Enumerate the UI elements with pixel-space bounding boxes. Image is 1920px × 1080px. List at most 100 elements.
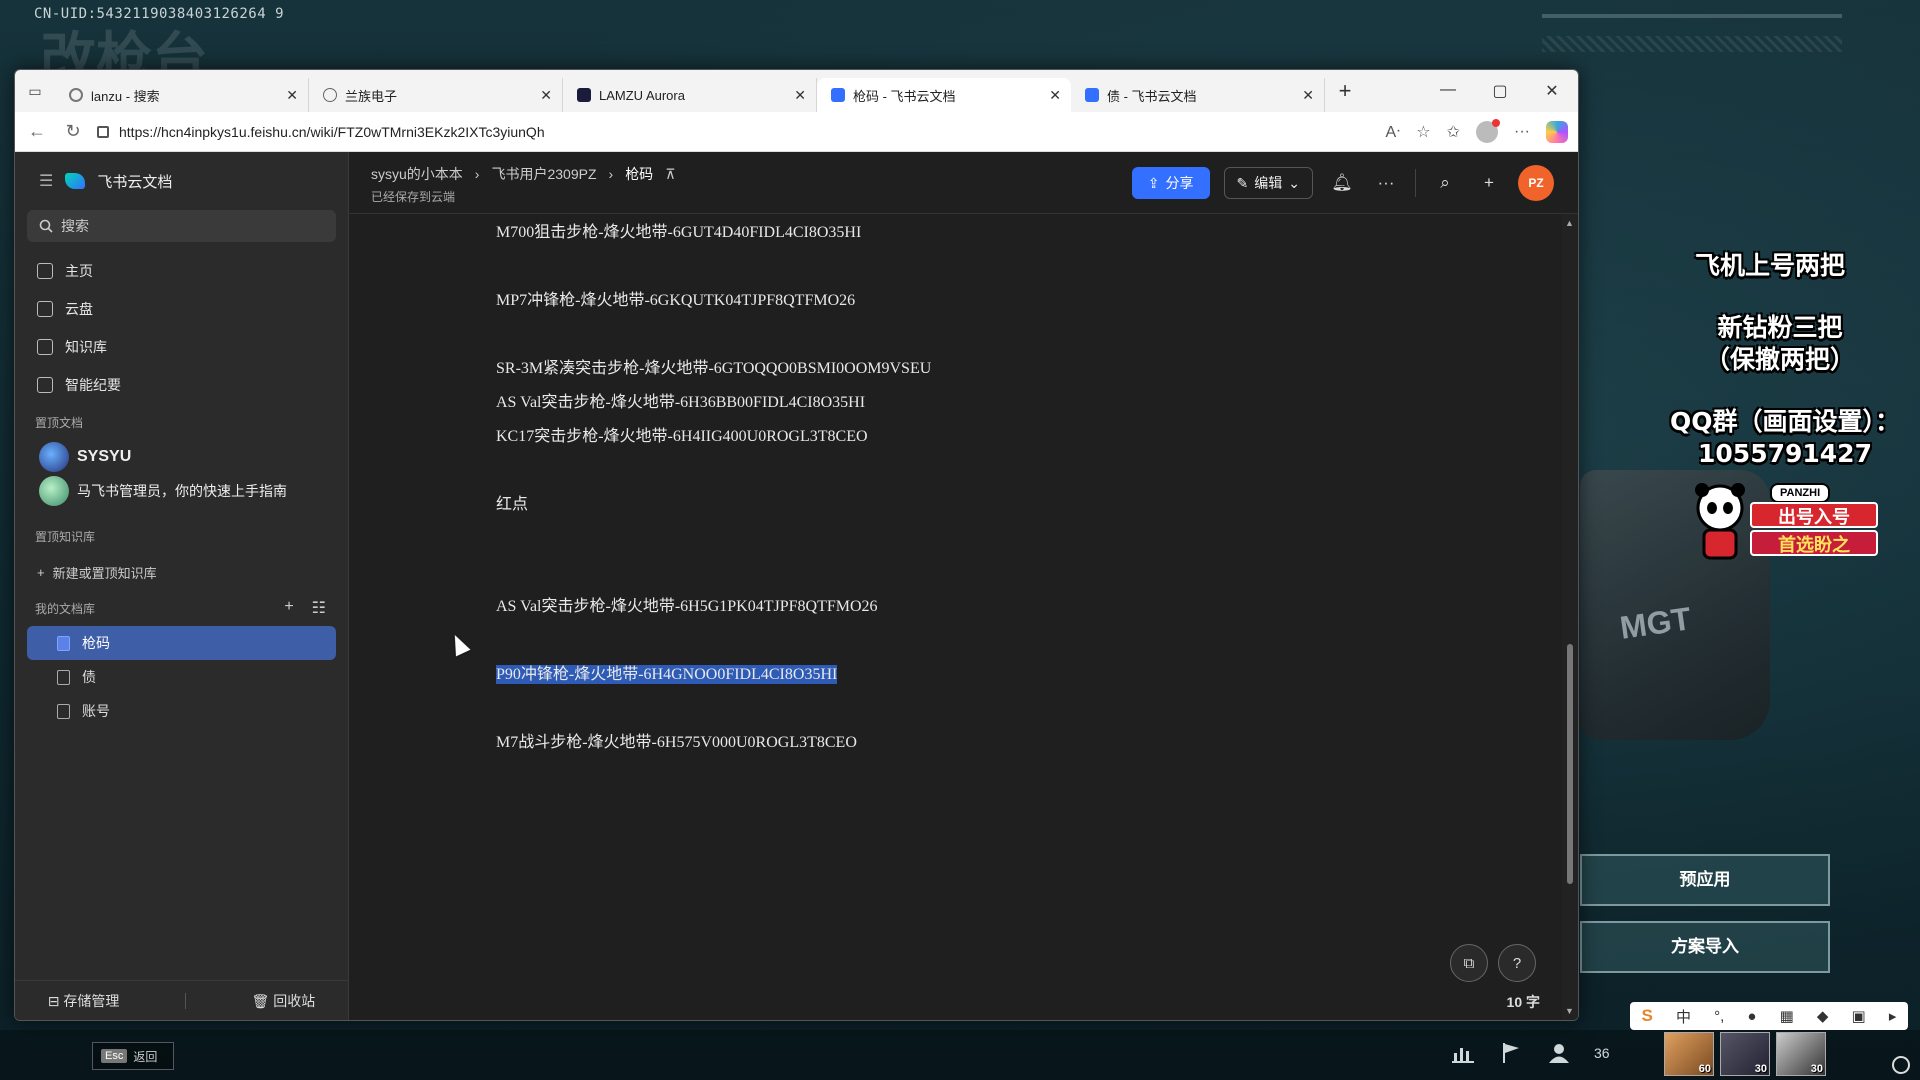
pinned-docs-heading: 置顶文档 (15, 404, 348, 440)
ime-punct-icon[interactable]: °, (1714, 1008, 1724, 1025)
add-icon[interactable]: + (1474, 173, 1504, 193)
profile-icon[interactable] (1476, 118, 1501, 143)
ime-more-icon[interactable]: ▸ (1889, 1007, 1897, 1025)
document-body[interactable]: M700狙击步枪-烽火地带-6GUT4D40FIDL4CI8O35HI MP7冲… (349, 214, 1562, 1020)
maximize-icon[interactable]: ▢ (1474, 81, 1526, 101)
minimize-icon[interactable]: — (1422, 81, 1474, 101)
storage-button[interactable]: ⊟ 存储管理 (48, 991, 120, 1011)
copilot-icon[interactable] (1546, 120, 1568, 143)
trash-icon: 🗑 (251, 992, 270, 1009)
doc-item-gun-codes[interactable]: 枪码 (27, 626, 336, 660)
pinned-doc-item[interactable]: 马飞书管理员，你的快速上手指南 (15, 474, 348, 508)
pinned-doc-item[interactable]: SYSYU (15, 440, 348, 474)
more-icon[interactable]: ··· (1514, 123, 1530, 141)
breadcrumb-item[interactable]: 飞书用户2309PZ (491, 164, 596, 184)
browser-tab[interactable]: 兰族电子 ✕ (309, 78, 563, 112)
new-kb-button[interactable]: + 新建或置顶知识库 (15, 554, 348, 590)
close-tab-icon[interactable]: ✕ (1302, 87, 1314, 104)
party-avatar[interactable]: 60 (1664, 1032, 1714, 1076)
close-tab-icon[interactable]: ✕ (1049, 87, 1061, 104)
doc-line-selected: P90冲锋枪-烽火地带-6H4GNOO0FIDL4CI8O35HI (496, 660, 838, 684)
window-controls: — ▢ ✕ (1422, 81, 1578, 101)
browser-tab[interactable]: LAMZU Aurora ✕ (563, 78, 817, 112)
doc-topbar: sysyu的小本本 › 飞书用户2309PZ › 枪码 ⊼ 已经保存到云端 ⇪ … (349, 152, 1578, 214)
breadcrumb-separator-icon: › (474, 166, 480, 182)
scroll-up-icon[interactable]: ▲ (1565, 218, 1574, 228)
add-doc-icon[interactable]: + (284, 598, 293, 618)
browser-tab[interactable]: 债 - 飞书云文档 ✕ (1071, 78, 1325, 112)
preapply-button[interactable]: 预应用 (1580, 854, 1830, 906)
collapse-sidebar-icon[interactable]: ☰ (39, 171, 53, 191)
settings-icon[interactable] (1892, 1056, 1910, 1074)
doc-scrollbar[interactable]: ▲ ▼ (1562, 214, 1578, 1020)
sidebar-search[interactable]: 搜索 (27, 210, 336, 242)
friends-icon[interactable] (1546, 1040, 1572, 1066)
back-button[interactable]: Esc 返回 (92, 1042, 174, 1070)
search-icon[interactable]: ⌕ (1430, 173, 1460, 193)
plus-icon: + (37, 564, 45, 580)
doc-item-debt[interactable]: 债 (27, 660, 336, 694)
close-window-icon[interactable]: ✕ (1526, 81, 1578, 101)
game-top-decoration (1542, 14, 1842, 18)
search-placeholder: 搜索 (61, 218, 89, 234)
tab-title: 兰族电子 (345, 88, 398, 104)
help-button[interactable]: ? (1498, 944, 1536, 982)
close-tab-icon[interactable]: ✕ (286, 87, 298, 104)
doc-outline-button[interactable]: ⧉ (1450, 944, 1488, 982)
document-icon (57, 635, 70, 651)
flag-icon[interactable] (1498, 1040, 1524, 1066)
weapon-stock-label: MGT (1617, 600, 1694, 646)
sidebar-item-wiki[interactable]: 知识库 (15, 328, 348, 366)
scroll-down-icon[interactable]: ▼ (1565, 1006, 1574, 1016)
trash-button[interactable]: 🗑 回收站 (252, 991, 316, 1011)
skin-icon[interactable]: ◆ (1817, 1007, 1829, 1025)
share-button[interactable]: ⇪ 分享 (1131, 167, 1210, 199)
back-arrow-icon[interactable]: ← (25, 121, 49, 142)
bell-icon[interactable]: 🔔︎ (1327, 173, 1357, 193)
read-aloud-icon[interactable]: Aᐧ (1386, 122, 1401, 142)
import-plan-button[interactable]: 方案导入 (1580, 921, 1830, 973)
doc-item-label: 账号 (82, 703, 110, 719)
sidebar-item-drive[interactable]: 云盘 (15, 290, 348, 328)
doc-line: M7战斗步枪-烽火地带-6H575V000U0ROGL3T8CEO (496, 734, 857, 751)
more-options-icon[interactable]: ··· (1371, 173, 1401, 193)
scrollbar-thumb[interactable] (1567, 644, 1573, 884)
player-uid: CN-UID:5432119038403126264 9 (34, 6, 285, 22)
party-avatar[interactable]: 30 (1720, 1032, 1770, 1076)
party-avatar[interactable]: 30 (1776, 1032, 1826, 1076)
breadcrumb-current[interactable]: 枪码 (625, 164, 653, 184)
party-avatar-level: 60 (1698, 1063, 1711, 1075)
doc-item-accounts[interactable]: 账号 (27, 694, 336, 728)
ime-mode-chinese[interactable]: 中 (1676, 1006, 1691, 1027)
user-avatar[interactable]: PZ (1518, 165, 1554, 201)
doc-item-label: 枪码 (82, 635, 110, 651)
mic-icon[interactable]: ● (1747, 1008, 1756, 1025)
pin-icon[interactable]: ⊼ (665, 166, 675, 183)
keyboard-icon[interactable]: ▦ (1780, 1007, 1794, 1025)
tab-actions-icon[interactable]: ▭ (15, 83, 55, 100)
favorite-star-icon[interactable]: ☆ (1416, 122, 1430, 142)
list-options-icon[interactable]: ☷ (312, 598, 326, 618)
sidebar-item-home[interactable]: 主页 (15, 252, 348, 290)
sogou-logo-icon[interactable]: S (1642, 1006, 1653, 1026)
edit-mode-button[interactable]: ✎ 编辑 ⌄ (1223, 167, 1313, 199)
refresh-icon[interactable]: ↻ (61, 121, 85, 142)
stats-icon[interactable] (1450, 1040, 1476, 1066)
close-tab-icon[interactable]: ✕ (794, 87, 806, 104)
pinned-kb-heading: 置顶知识库 (15, 518, 348, 554)
url-field[interactable]: https://hcn4inpkys1u.feishu.cn/wiki/FTZ0… (97, 117, 1374, 147)
favorites-icon[interactable]: ✩ (1447, 122, 1460, 142)
sidebar-item-minutes[interactable]: 智能纪要 (15, 366, 348, 404)
doc-avatar (39, 442, 69, 472)
party-avatar-level: 30 (1754, 1063, 1767, 1075)
pinned-doc-label: 马飞书管理员，你的快速上手指南 (77, 483, 287, 499)
browser-tab[interactable]: lanzu - 搜索 ✕ (55, 78, 309, 112)
close-tab-icon[interactable]: ✕ (540, 87, 552, 104)
new-tab-icon[interactable]: + (1325, 78, 1365, 104)
game-bottom-bar (0, 1030, 1920, 1080)
lamzu-icon (577, 88, 591, 102)
breadcrumb-item[interactable]: sysyu的小本本 (371, 164, 463, 184)
pinned-docs-title: 置顶文档 (35, 415, 84, 430)
browser-tab-active[interactable]: 枪码 - 飞书云文档 ✕ (817, 78, 1071, 112)
grid-icon[interactable]: ▣ (1852, 1007, 1866, 1025)
